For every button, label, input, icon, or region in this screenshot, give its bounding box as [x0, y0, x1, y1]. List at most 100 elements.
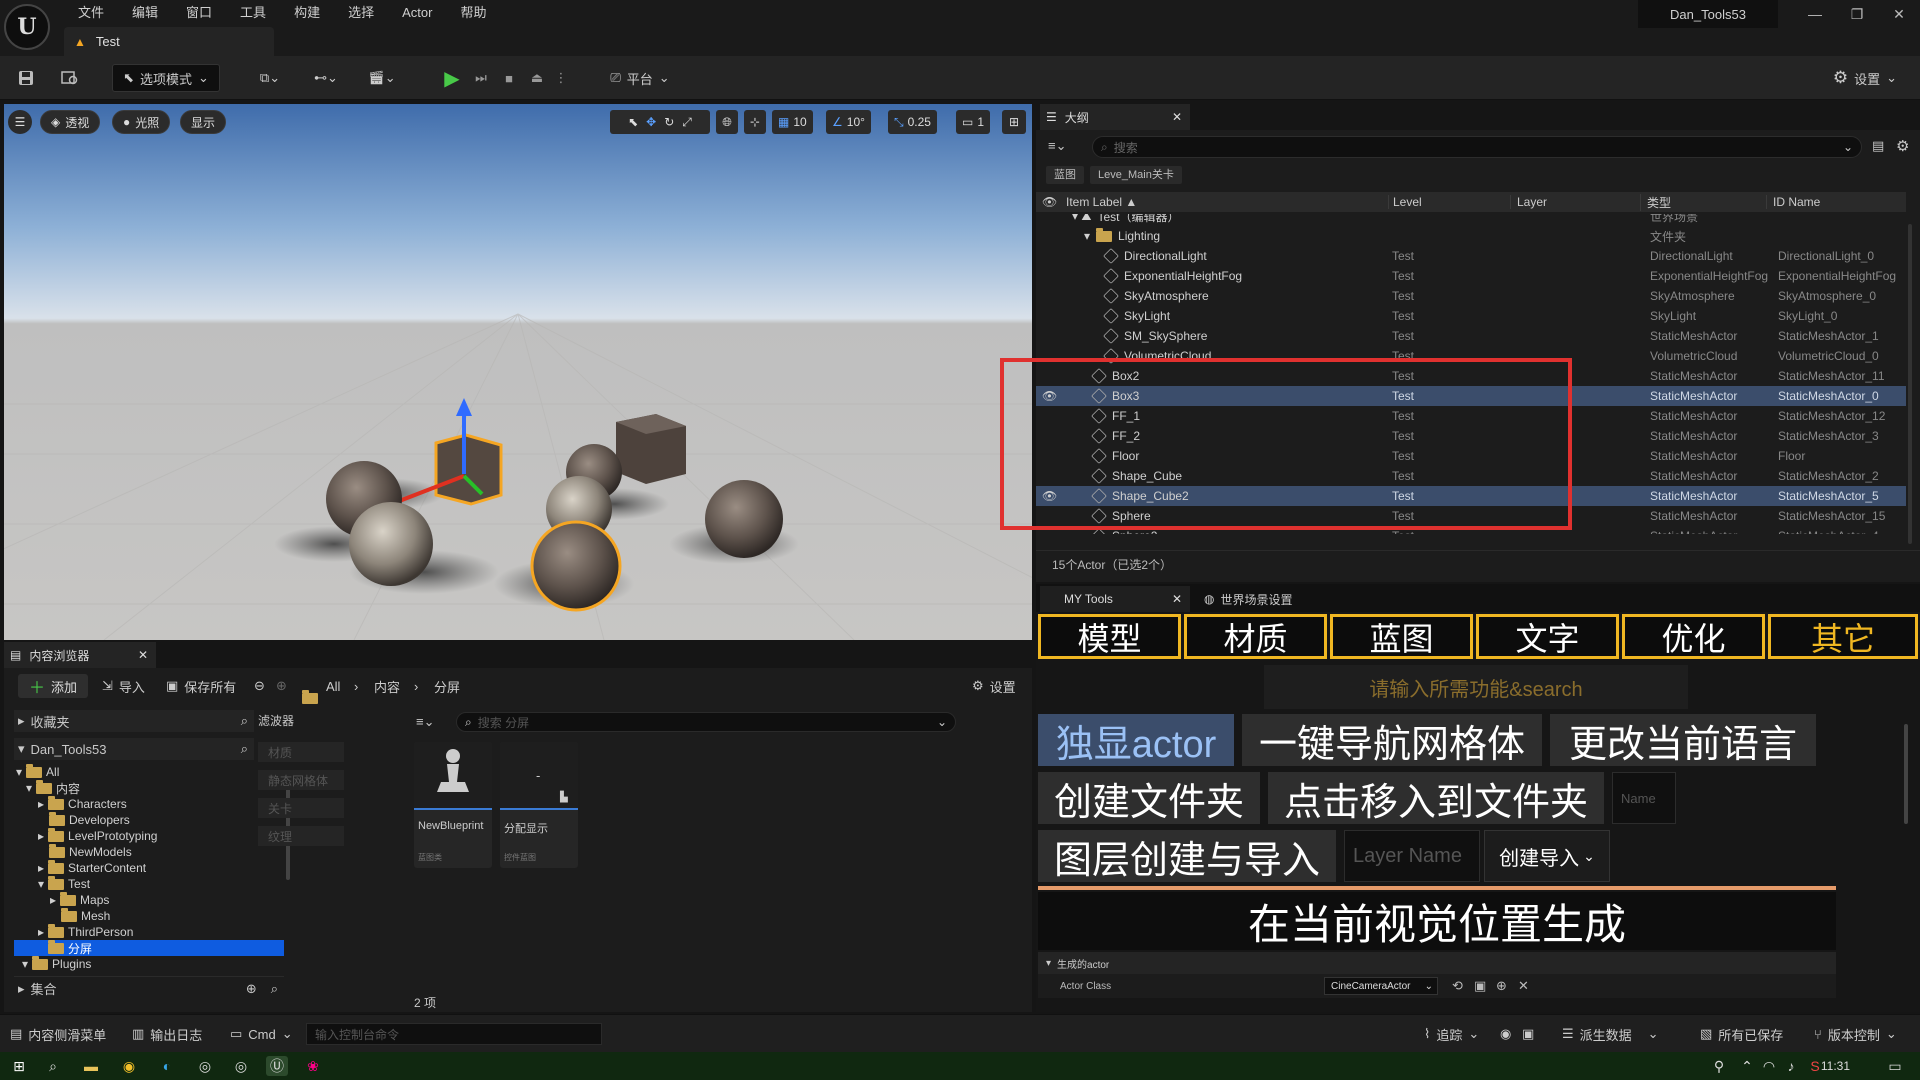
- unreal-taskbar-icon[interactable]: Ⓤ: [266, 1056, 288, 1076]
- trace-dropdown[interactable]: ⌇ 追踪 ⌄: [1424, 1015, 1479, 1053]
- rotate-tool-icon[interactable]: ↻: [664, 115, 674, 129]
- settings-button[interactable]: ⚙ 设置 ⌄: [1830, 64, 1900, 92]
- tree-item-content[interactable]: ▾ 内容: [26, 779, 80, 796]
- viewport-menu-icon[interactable]: ☰: [8, 110, 32, 134]
- outliner-row[interactable]: FF_2 Test StaticMeshActor StaticMeshActor_3: [1036, 426, 1906, 446]
- record-icon[interactable]: ◉: [1500, 1015, 1511, 1053]
- path-content[interactable]: 内容: [374, 677, 400, 696]
- world-space-icon[interactable]: 🌐︎: [716, 110, 738, 134]
- path-split[interactable]: 分屏: [434, 677, 460, 696]
- tree-item-mesh[interactable]: Mesh: [50, 907, 110, 924]
- tree-item-newmodels[interactable]: NewModels: [38, 843, 132, 860]
- menu-select[interactable]: 选择: [334, 2, 388, 24]
- clear-icon[interactable]: ✕: [1518, 978, 1529, 994]
- move-to-folder-button[interactable]: 点击移入到文件夹: [1268, 772, 1604, 824]
- menu-actor[interactable]: Actor: [388, 2, 446, 24]
- outliner-row[interactable]: DirectionalLight Test DirectionalLight Dire…: [1036, 246, 1906, 266]
- asset-filter-icon[interactable]: ≡⌄: [416, 714, 434, 730]
- select-tool-icon[interactable]: ⬉: [628, 115, 638, 129]
- forward-icon[interactable]: ⊕: [276, 678, 287, 694]
- favorites-section[interactable]: ▸ 收藏夹 ⌕: [14, 710, 254, 732]
- camera-speed-toggle[interactable]: ▭ 1: [956, 110, 991, 134]
- outliner-row[interactable]: Floor Test StaticMeshActor Floor: [1036, 446, 1906, 466]
- asset-search-input[interactable]: ⌕ 搜索 分屏 ⌄: [456, 712, 956, 732]
- nav-mesh-button[interactable]: 一键导航网格体: [1242, 714, 1542, 766]
- add-icon[interactable]: ⊕: [1496, 978, 1507, 994]
- outliner-row[interactable]: Sphere2 Test StaticMeshActor StaticMeshActo…: [1036, 526, 1906, 534]
- menu-build[interactable]: 构建: [280, 2, 334, 24]
- search-icon[interactable]: ⌕: [241, 741, 248, 757]
- show-button[interactable]: 显示: [180, 110, 227, 134]
- project-section[interactable]: ▾ Dan_Tools53 ⌕: [14, 738, 254, 760]
- outliner-row[interactable]: Shape_Cube Test StaticMeshActor StaticMeshA…: [1036, 466, 1906, 486]
- rotation-snap-toggle[interactable]: ∠ 10°: [826, 110, 871, 134]
- grid-snap-toggle[interactable]: ▦ 10: [772, 110, 813, 134]
- category-text-button[interactable]: 文字: [1476, 614, 1619, 659]
- col-item-label[interactable]: Item Label ▲: [1066, 195, 1137, 209]
- cinematics-icon[interactable]: 🎬︎⌄: [362, 64, 402, 92]
- tree-item-characters[interactable]: ▸ Characters: [38, 795, 127, 812]
- volume-icon[interactable]: ♪: [1780, 1056, 1802, 1076]
- scale-tool-icon[interactable]: ⤢: [682, 115, 692, 130]
- output-log-button[interactable]: ▥ 输出日志: [132, 1015, 202, 1053]
- tree-item-developers[interactable]: Developers: [38, 811, 130, 828]
- outliner-row[interactable]: SM_SkySphere Test StaticMeshActor StaticMes…: [1036, 326, 1906, 346]
- stop-icon[interactable]: ■: [498, 64, 520, 92]
- menu-tools[interactable]: 工具: [226, 2, 280, 24]
- import-button[interactable]: ⇲ 导入: [102, 677, 145, 696]
- tray-chevron-icon[interactable]: ⌃: [1736, 1056, 1758, 1076]
- save-status[interactable]: ▧ 所有已保存: [1700, 1015, 1783, 1053]
- col-layer[interactable]: Layer: [1510, 195, 1547, 209]
- add-folder-icon[interactable]: ▤: [1872, 138, 1884, 154]
- add-actor-icon[interactable]: ⧉⌄: [250, 64, 290, 92]
- save-all-button[interactable]: ▣ 保存所有: [166, 677, 236, 696]
- spawned-actor-section[interactable]: ▾ 生成的actor: [1038, 952, 1836, 974]
- filter-level[interactable]: 关卡: [258, 798, 344, 818]
- mytools-scrollbar[interactable]: [1904, 724, 1908, 824]
- col-type[interactable]: 类型: [1640, 193, 1671, 211]
- visibility-eye-icon[interactable]: 👁︎: [1042, 389, 1057, 403]
- close-icon[interactable]: ✕: [1172, 110, 1182, 124]
- mytools-tab[interactable]: MY Tools ✕: [1040, 586, 1190, 612]
- crumb-level[interactable]: Leve_Main关卡: [1090, 166, 1182, 184]
- collections-section[interactable]: ▸ 集合 ⊕ ⌕: [14, 976, 284, 1000]
- close-icon[interactable]: ✕: [1172, 592, 1182, 606]
- selection-mode-dropdown[interactable]: ⬉ 选项模式 ⌄: [112, 64, 220, 92]
- unreal-logo-icon[interactable]: U: [4, 4, 50, 50]
- more-options-icon[interactable]: ⋮: [554, 64, 568, 92]
- asset-tile[interactable]: NewBlueprint 蓝图类: [414, 742, 492, 868]
- notification-icon[interactable]: ▭: [1884, 1056, 1906, 1076]
- cb-settings-button[interactable]: ⚙ 设置: [972, 677, 1016, 696]
- outliner-tab[interactable]: ☰ 大纲 ✕: [1040, 104, 1190, 130]
- category-material-button[interactable]: 材质: [1184, 614, 1327, 659]
- category-other-button[interactable]: 其它: [1768, 614, 1918, 659]
- asset-tile[interactable]: - ▙ 分配显示 控件蓝图: [500, 742, 578, 868]
- layout-icon[interactable]: ⊞: [1002, 110, 1026, 134]
- category-blueprint-button[interactable]: 蓝图: [1330, 614, 1473, 659]
- edge-icon[interactable]: ◐: [156, 1056, 178, 1076]
- network-icon[interactable]: ⚲: [1708, 1056, 1730, 1076]
- outliner-scrollbar[interactable]: [1908, 224, 1912, 544]
- translate-tool-icon[interactable]: ✥: [646, 115, 656, 129]
- outliner-row[interactable]: VolumetricCloud Test VolumetricCloud Volume…: [1036, 346, 1906, 366]
- outliner-row[interactable]: SkyAtmosphere Test SkyAtmosphere SkyAtmosph…: [1036, 286, 1906, 306]
- scale-snap-toggle[interactable]: ⤡ 0.25: [888, 110, 937, 134]
- category-optimize-button[interactable]: 优化: [1622, 614, 1765, 659]
- visibility-eye-icon[interactable]: 👁︎: [1042, 489, 1057, 503]
- save-icon[interactable]: [14, 64, 38, 92]
- surface-snap-icon[interactable]: ⊹: [744, 110, 766, 134]
- app-icon[interactable]: ◎: [194, 1056, 216, 1076]
- search-icon[interactable]: ⌕: [42, 1056, 64, 1076]
- menu-file[interactable]: 文件: [64, 2, 118, 24]
- close-icon[interactable]: ✕: [138, 648, 148, 662]
- world-settings-tab[interactable]: ◍ 世界场景设置: [1204, 586, 1293, 612]
- close-icon[interactable]: ✕: [1878, 0, 1920, 28]
- windows-start-icon[interactable]: ⊞: [8, 1056, 30, 1076]
- outliner-row[interactable]: ExponentialHeightFog Test ExponentialHeigh…: [1036, 266, 1906, 286]
- filter-icon[interactable]: ≡⌄: [1048, 138, 1066, 154]
- level-viewport[interactable]: ☰ ◈ 透视 ● 光照 显示 ⬉ ✥ ↻ ⤢ 🌐︎ ⊹ ▦ 10 ∠ 10° ⤡ 0.25…: [4, 104, 1032, 640]
- content-drawer-button[interactable]: ▤ 内容侧滑菜单: [10, 1015, 106, 1053]
- menu-edit[interactable]: 编辑: [118, 2, 172, 24]
- tree-item-maps[interactable]: ▸ Maps: [50, 891, 109, 908]
- file-explorer-icon[interactable]: ▬: [80, 1056, 102, 1076]
